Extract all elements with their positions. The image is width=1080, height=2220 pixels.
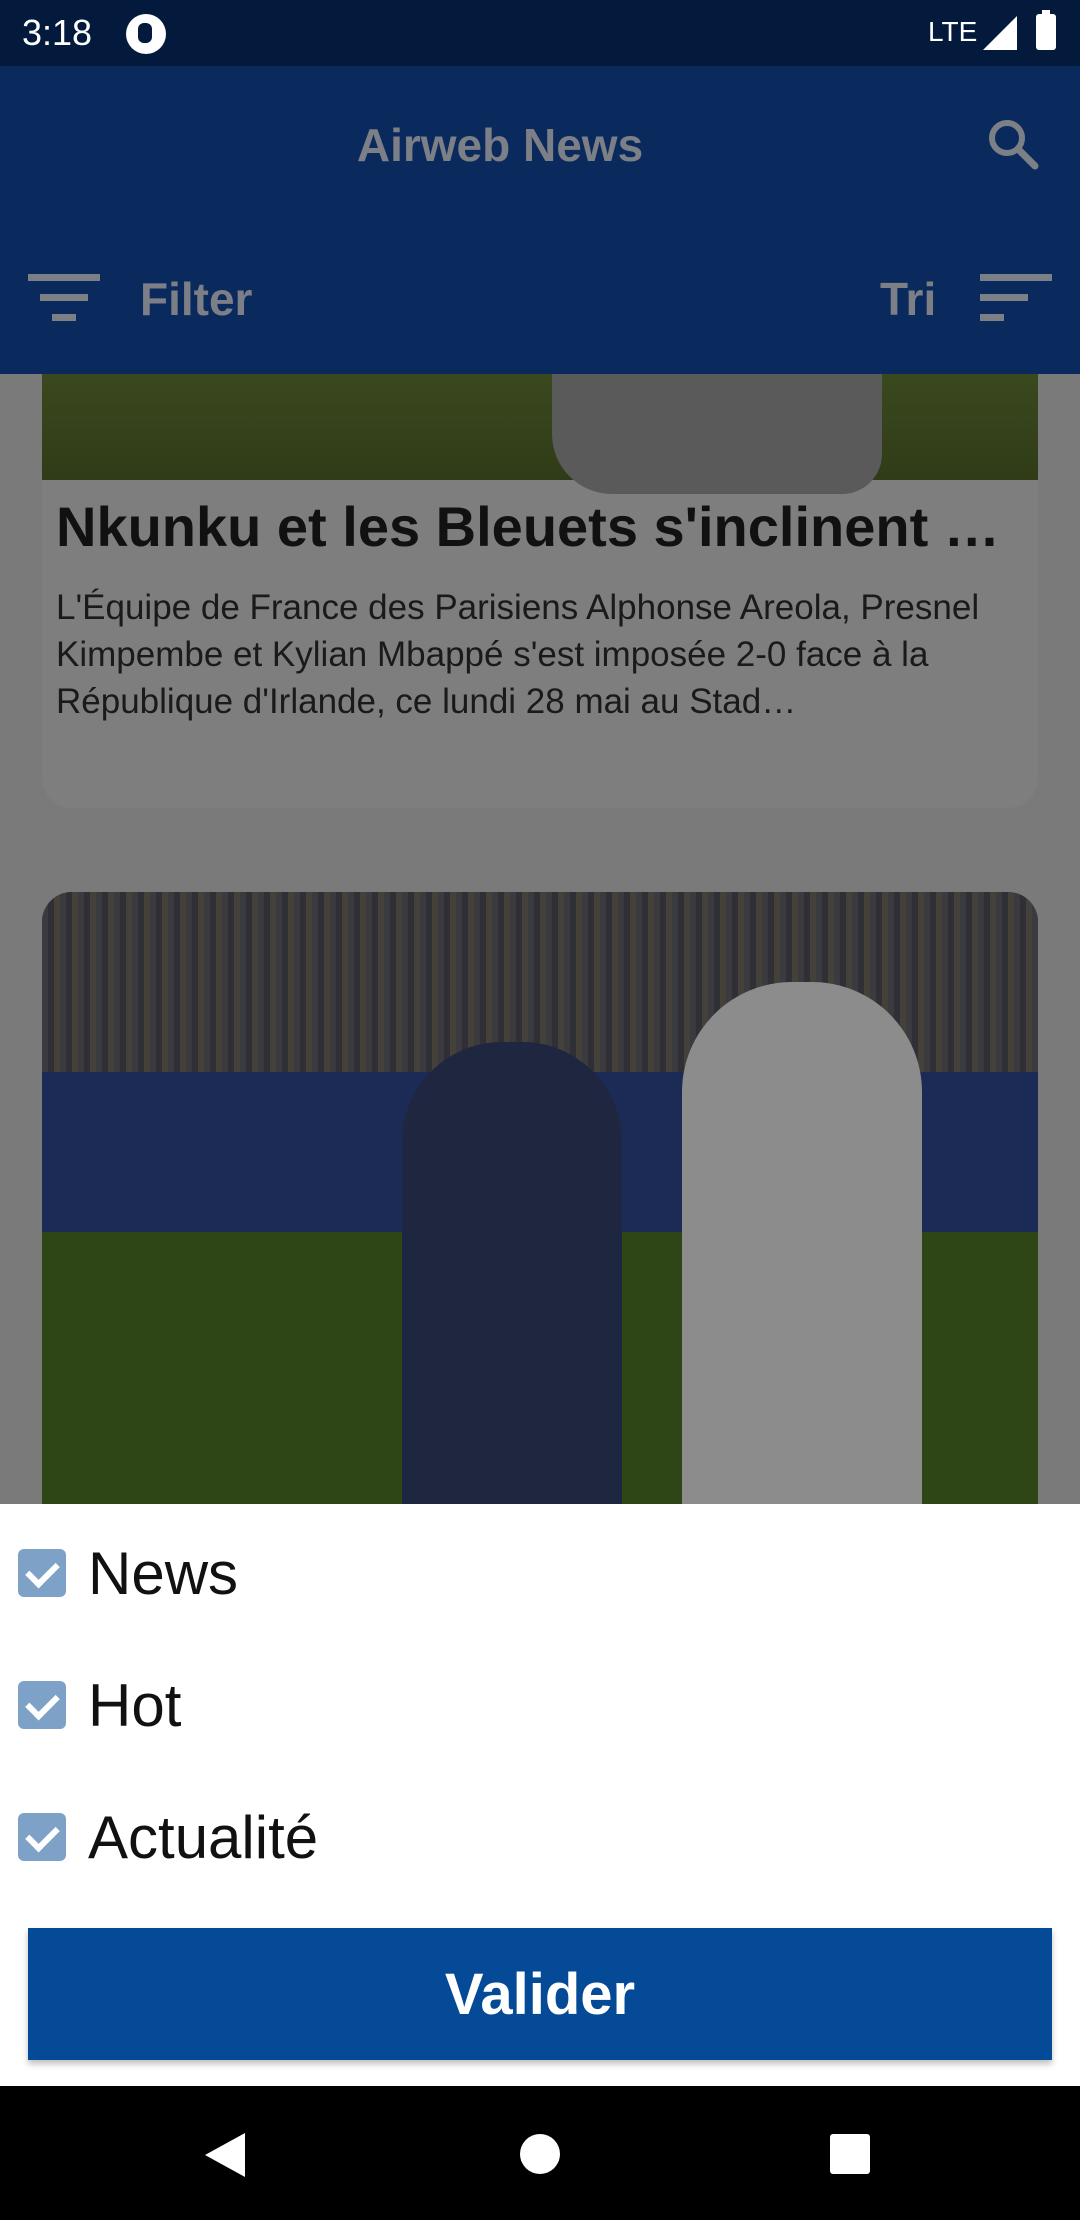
filter-option-hot[interactable]: Hot xyxy=(18,1663,618,1743)
checkbox-checked-icon[interactable] xyxy=(18,1681,66,1729)
filter-option-actualite[interactable]: Actualité xyxy=(18,1795,618,1875)
sort-button[interactable]: Tri xyxy=(880,272,936,326)
filter-sheet: News Hot Actualité Valider xyxy=(0,1504,1080,2086)
battery-icon xyxy=(1036,10,1056,50)
home-icon[interactable] xyxy=(520,2134,560,2174)
filter-option-label: Actualité xyxy=(88,1804,319,1871)
filter-button[interactable]: Filter xyxy=(140,272,252,326)
news-list[interactable]: Nkunku et les Bleuets s'inclinent … L'Éq… xyxy=(0,374,1080,1504)
news-card[interactable]: Nkunku et les Bleuets s'inclinent … L'Éq… xyxy=(42,374,1038,808)
news-card-image-2[interactable] xyxy=(42,892,1038,1504)
notification-app-icon xyxy=(126,14,166,54)
app-bar: Airweb News Filter Tri xyxy=(0,66,1080,374)
news-card-image xyxy=(42,374,1038,494)
news-card-headline: Nkunku et les Bleuets s'inclinent … xyxy=(56,495,1000,558)
sort-icon[interactable] xyxy=(980,272,1052,324)
recent-apps-icon[interactable] xyxy=(830,2134,870,2174)
filter-option-news[interactable]: News xyxy=(18,1531,618,1611)
filter-option-label: News xyxy=(88,1540,239,1607)
status-bar: 3:18 LTE xyxy=(0,0,1080,66)
system-nav-bar xyxy=(0,2086,1080,2220)
filter-option-label: Hot xyxy=(88,1672,182,1739)
checkbox-checked-icon[interactable] xyxy=(18,1549,66,1597)
network-type: LTE xyxy=(928,16,978,47)
search-icon[interactable] xyxy=(985,116,1041,172)
signal-icon xyxy=(983,16,1017,50)
checkbox-checked-icon[interactable] xyxy=(18,1813,66,1861)
news-card-summary: L'Équipe de France des Parisiens Alphons… xyxy=(56,588,980,721)
filter-icon[interactable] xyxy=(28,272,100,324)
validate-button[interactable]: Valider xyxy=(28,1928,1052,2060)
back-icon[interactable] xyxy=(205,2133,245,2177)
status-time: 3:18 xyxy=(22,12,93,53)
app-title: Airweb News xyxy=(356,119,644,171)
